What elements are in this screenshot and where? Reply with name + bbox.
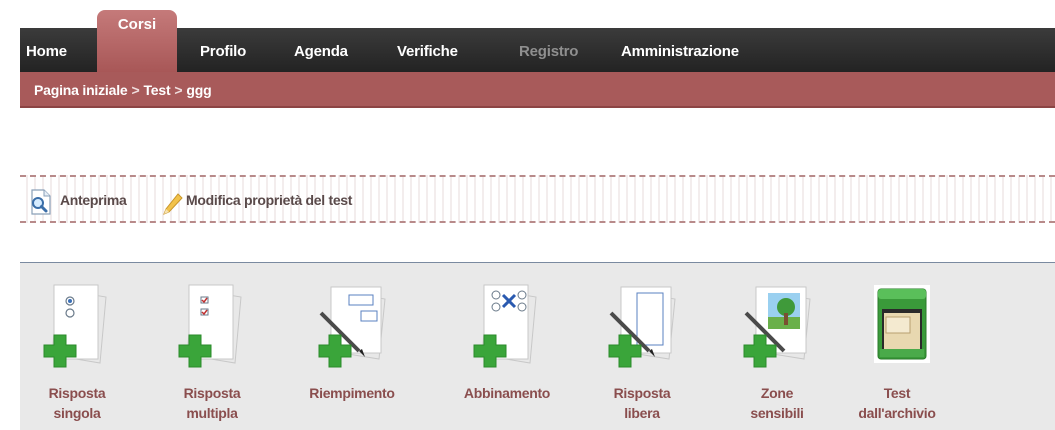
edit-test-properties-label: Modifica proprietà del test	[186, 192, 353, 208]
multiple-answer-icon	[178, 284, 242, 368]
breadcrumb-home-link[interactable]: Pagina iniziale	[34, 82, 128, 98]
nav-corsi-active-tab[interactable]: Corsi	[97, 10, 177, 72]
tool-label: Test dall'archivio	[858, 385, 936, 421]
tool-hotspot[interactable]: Zone sensibili	[722, 263, 832, 430]
breadcrumb: Pagina iniziale > Test > ggg	[34, 72, 212, 108]
breadcrumb-current[interactable]: ggg	[186, 82, 211, 98]
nav-registro[interactable]: Registro	[519, 28, 578, 72]
preview-label: Anteprima	[60, 192, 127, 208]
breadcrumb-separator: >	[131, 82, 140, 98]
nav-agenda[interactable]: Agenda	[294, 28, 348, 72]
edit-test-properties-button[interactable]: Modifica proprietà del test	[158, 177, 352, 221]
nav-amministrazione[interactable]: Amministrazione	[621, 28, 739, 72]
breadcrumb-test-link[interactable]: Test	[143, 82, 170, 98]
free-answer-icon	[608, 286, 676, 368]
nav-verifiche[interactable]: Verifiche	[397, 28, 458, 72]
tool-label: Risposta singola	[48, 385, 106, 421]
single-answer-icon	[43, 284, 107, 368]
tool-label: Riempimento	[309, 385, 395, 401]
tool-matching[interactable]: Abbinamento	[452, 263, 562, 430]
tool-label: Risposta libera	[613, 385, 671, 421]
preview-button[interactable]: Anteprima	[22, 177, 127, 221]
breadcrumb-separator: >	[174, 82, 183, 98]
nav-profilo[interactable]: Profilo	[200, 28, 246, 72]
hotspot-icon	[743, 286, 811, 368]
tool-label: Zone sensibili	[750, 385, 804, 421]
question-types-panel: Risposta singola Risposta multipla Riempim…	[20, 262, 1055, 430]
archive-cabinet-icon	[874, 285, 930, 363]
fill-in-icon	[318, 286, 386, 368]
tool-label: Abbinamento	[463, 385, 551, 401]
tool-free-answer[interactable]: Risposta libera	[587, 263, 697, 430]
tool-fill-in[interactable]: Riempimento	[297, 263, 407, 430]
tool-test-from-archive[interactable]: Test dall'archivio	[842, 263, 952, 430]
nav-home[interactable]: Home	[26, 28, 67, 72]
breadcrumb-bar: Pagina iniziale > Test > ggg	[20, 72, 1055, 108]
tool-multiple-answer[interactable]: Risposta multipla	[157, 263, 267, 430]
tool-label: Risposta multipla	[183, 385, 241, 421]
actions-bar: Anteprima Modifica proprietà del test	[20, 175, 1055, 223]
pencil-icon	[162, 188, 184, 234]
preview-icon	[26, 188, 54, 234]
matching-icon	[473, 284, 537, 368]
tool-single-answer[interactable]: Risposta singola	[22, 263, 132, 430]
